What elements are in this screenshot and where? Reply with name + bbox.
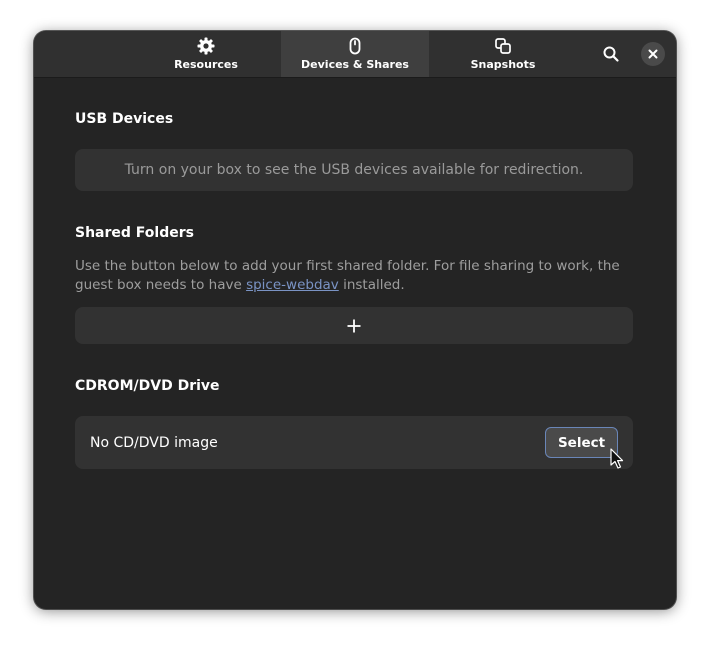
spice-webdav-link[interactable]: spice-webdav xyxy=(246,277,339,293)
tab-devices-shares[interactable]: Devices & Shares xyxy=(281,31,429,77)
preferences-window: Resources Devices & Shares Snapshots USB… xyxy=(34,31,676,609)
cdrom-status: No CD/DVD image xyxy=(90,434,218,451)
gear-icon xyxy=(197,37,215,55)
usb-devices-placeholder: Turn on your box to see the USB devices … xyxy=(75,149,633,191)
search-icon xyxy=(603,46,619,62)
tab-label: Snapshots xyxy=(470,58,536,71)
tab-label: Devices & Shares xyxy=(301,58,409,71)
plus-icon xyxy=(347,319,361,332)
tab-snapshots[interactable]: Snapshots xyxy=(429,31,577,77)
mouse-icon xyxy=(349,37,361,55)
shared-folders-description: Use the button below to add your first s… xyxy=(75,257,635,295)
select-image-button[interactable]: Select xyxy=(545,427,618,458)
shared-folders-title: Shared Folders xyxy=(75,225,194,241)
usb-devices-title: USB Devices xyxy=(75,111,174,127)
close-button[interactable] xyxy=(641,42,665,66)
close-icon xyxy=(648,49,658,59)
header-bar: Resources Devices & Shares Snapshots xyxy=(34,31,676,78)
tab-label: Resources xyxy=(174,58,238,71)
search-button[interactable] xyxy=(599,42,623,66)
usb-devices-message: Turn on your box to see the USB devices … xyxy=(124,162,584,178)
cdrom-title: CDROM/DVD Drive xyxy=(75,378,220,394)
add-shared-folder-button[interactable] xyxy=(75,307,633,344)
snapshots-icon xyxy=(495,38,511,54)
description-text-end: installed. xyxy=(338,277,405,293)
tab-resources[interactable]: Resources xyxy=(132,31,280,77)
mouse-pointer-icon xyxy=(610,448,624,469)
cdrom-row: No CD/DVD image Select xyxy=(75,416,633,469)
